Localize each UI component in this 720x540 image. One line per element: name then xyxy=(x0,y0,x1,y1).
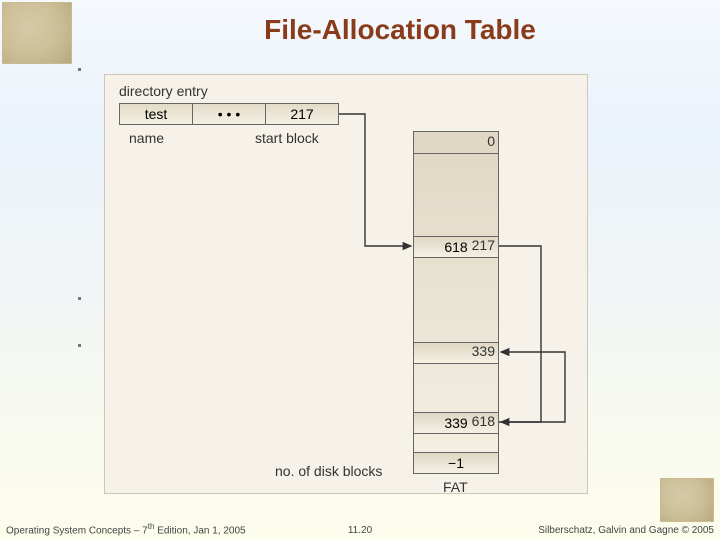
directory-entry-box: test • • • 217 xyxy=(119,103,339,125)
slide: File-Allocation Table directory entry te… xyxy=(0,0,720,540)
diagram-arrows xyxy=(105,75,589,495)
dir-cell-dots: • • • xyxy=(193,104,266,124)
bullet-dot xyxy=(78,68,81,71)
fat-top-separator xyxy=(414,153,498,154)
dir-cell-start: 217 xyxy=(266,104,338,124)
fat-diagram: directory entry test • • • 217 name star… xyxy=(104,74,588,494)
no-disk-blocks-label: no. of disk blocks xyxy=(275,463,382,479)
fat-index-217: 217 xyxy=(375,237,495,253)
directory-entry-label: directory entry xyxy=(119,83,208,99)
logo-bottom-right xyxy=(660,478,714,522)
logo-top-left xyxy=(2,2,72,64)
fat-index-339: 339 xyxy=(375,343,495,359)
page-title: File-Allocation Table xyxy=(120,14,680,46)
fat-cell-last: −1 xyxy=(413,452,499,474)
bullet-dot xyxy=(78,297,81,300)
name-column-label: name xyxy=(129,130,164,146)
dir-cell-name: test xyxy=(120,104,193,124)
bullet-dot xyxy=(78,344,81,347)
fat-label: FAT xyxy=(443,479,468,495)
fat-index-618: 618 xyxy=(375,413,495,429)
fat-index-0: 0 xyxy=(387,133,495,149)
start-block-label: start block xyxy=(255,130,319,146)
footer-right: Silberschatz, Galvin and Gagne © 2005 xyxy=(538,525,714,536)
